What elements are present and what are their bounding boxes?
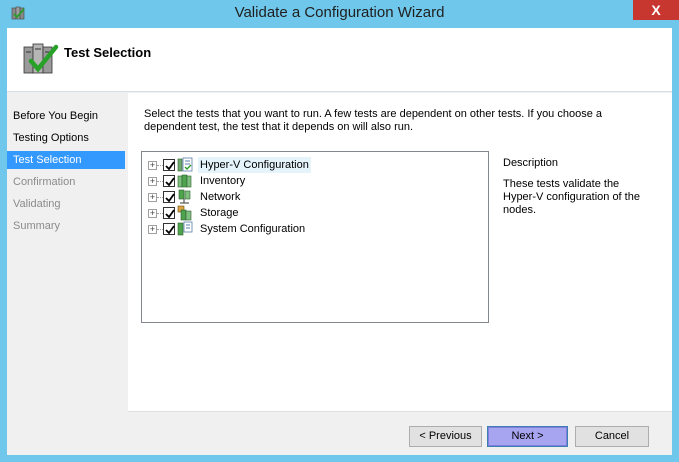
nav-item-validating: Validating xyxy=(13,198,61,210)
checkbox-inventory[interactable] xyxy=(163,175,175,187)
nav-item-test-selection[interactable]: Test Selection xyxy=(7,151,125,169)
nav-item-confirmation: Confirmation xyxy=(13,176,76,188)
nav-item-testing-options[interactable]: Testing Options xyxy=(7,129,125,147)
tree-row-storage[interactable]: + Storage xyxy=(148,205,478,221)
expand-icon[interactable]: + xyxy=(148,161,157,170)
inventory-icon xyxy=(177,174,192,188)
hyperv-config-icon xyxy=(177,157,193,172)
checkmark-icon xyxy=(165,177,175,187)
checkbox-hyperv-configuration[interactable] xyxy=(163,159,175,171)
checkbox-network[interactable] xyxy=(163,191,175,203)
nav-item-before-you-begin[interactable]: Before You Begin xyxy=(7,107,125,125)
checkmark-icon xyxy=(165,161,175,171)
nav-item-summary: Summary xyxy=(13,220,61,232)
cancel-button[interactable]: Cancel xyxy=(575,426,649,447)
checkbox-system-configuration[interactable] xyxy=(163,223,175,235)
content-panel: Select the tests that you want to run. A… xyxy=(128,93,672,455)
title-bar[interactable]: Validate a Configuration Wizard X xyxy=(0,0,679,28)
tree-row-system-configuration[interactable]: + System Configuration xyxy=(148,221,478,237)
expand-icon[interactable]: + xyxy=(148,209,157,218)
close-button[interactable]: X xyxy=(633,0,679,20)
checkmark-icon xyxy=(165,225,175,235)
tree-row-network[interactable]: + Network xyxy=(148,189,478,205)
wizard-footer: < Previous Next > Cancel xyxy=(128,411,672,455)
tree-row-hyperv-configuration[interactable]: + Hyper-V Configuration xyxy=(148,157,478,173)
wizard-header: Test Selection xyxy=(7,28,672,92)
tree-label[interactable]: System Configuration xyxy=(198,221,307,237)
tree-row-inventory[interactable]: + Inventory xyxy=(148,173,478,189)
description-text: These tests validate the Hyper-V configu… xyxy=(503,178,640,216)
test-selection-icon xyxy=(23,43,59,74)
wizard-client: Test Selection Before You Begin Testing … xyxy=(7,28,672,455)
checkmark-icon xyxy=(165,209,175,219)
window-title: Validate a Configuration Wizard xyxy=(234,4,445,21)
tests-tree[interactable]: + Hyper-V Configuration + Inventory + Ne… xyxy=(141,151,489,323)
checkmark-icon xyxy=(165,193,175,203)
tree-label[interactable]: Inventory xyxy=(198,173,247,189)
page-title: Test Selection xyxy=(64,45,152,60)
next-button[interactable]: Next > xyxy=(487,426,568,447)
wizard-window: Validate a Configuration Wizard X Test S… xyxy=(0,0,679,462)
storage-icon xyxy=(177,205,192,221)
checkbox-storage[interactable] xyxy=(163,207,175,219)
expand-icon[interactable]: + xyxy=(148,225,157,234)
tree-label[interactable]: Hyper-V Configuration xyxy=(198,157,311,173)
description-heading: Description xyxy=(503,157,559,169)
expand-icon[interactable]: + xyxy=(148,177,157,186)
system-config-icon xyxy=(177,221,193,236)
wizard-steps-nav: Before You Begin Testing Options Test Se… xyxy=(7,93,128,455)
expand-icon[interactable]: + xyxy=(148,193,157,202)
previous-button[interactable]: < Previous xyxy=(409,426,482,447)
tree-label[interactable]: Network xyxy=(198,189,242,205)
network-icon xyxy=(178,189,191,204)
tree-label[interactable]: Storage xyxy=(198,205,241,221)
instructions-text: Select the tests that you want to run. A… xyxy=(144,108,603,133)
